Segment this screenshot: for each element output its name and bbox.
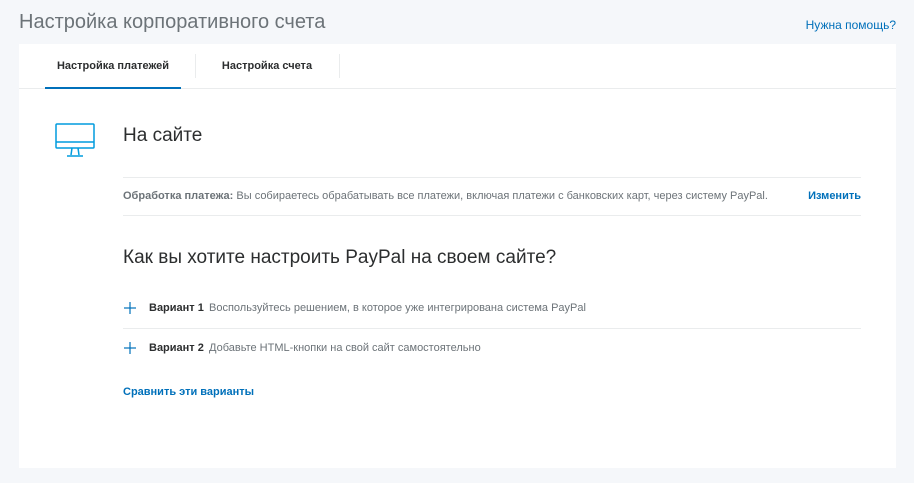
change-link[interactable]: Изменить	[808, 189, 861, 203]
tab-payment-settings[interactable]: Настройка платежей	[45, 44, 181, 89]
tab-separator	[339, 54, 340, 78]
divider	[123, 215, 861, 216]
compare-options-link[interactable]: Сравнить эти варианты	[123, 386, 254, 398]
option-2-label: Вариант 2	[149, 342, 204, 354]
tab-account-settings[interactable]: Настройка счета	[195, 44, 339, 88]
divider	[123, 328, 861, 329]
plus-icon[interactable]	[123, 341, 137, 355]
payment-processing-row: Обработка платежа: Вы собираетесь обраба…	[123, 189, 861, 203]
processing-label: Обработка платежа:	[123, 190, 234, 202]
monitor-icon	[55, 123, 95, 157]
main-card: Настройка платежей Настройка счета На са…	[19, 44, 896, 468]
divider	[123, 177, 861, 178]
option-1-label: Вариант 1	[149, 302, 204, 314]
page-header: Настройка корпоративного счета Нужна пом…	[19, 8, 896, 38]
processing-text: Вы собираетесь обрабатывать все платежи,…	[236, 190, 768, 202]
plus-icon[interactable]	[123, 301, 137, 315]
page-title: Настройка корпоративного счета	[19, 11, 326, 33]
section-title: На сайте	[123, 125, 203, 146]
help-link[interactable]: Нужна помощь?	[806, 18, 896, 32]
option-1-description: Воспользуйтесь решением, в которое уже и…	[209, 302, 586, 314]
option-2-description: Добавьте HTML-кнопки на свой сайт самост…	[209, 342, 481, 354]
tab-bar: Настройка платежей Настройка счета	[19, 44, 896, 89]
option-1-row[interactable]: Вариант 1 Воспользуйтесь решением, в кот…	[123, 298, 861, 318]
option-2-row[interactable]: Вариант 2 Добавьте HTML-кнопки на свой с…	[123, 338, 861, 358]
question-title: Как вы хотите настроить PayPal на своем …	[123, 247, 557, 268]
